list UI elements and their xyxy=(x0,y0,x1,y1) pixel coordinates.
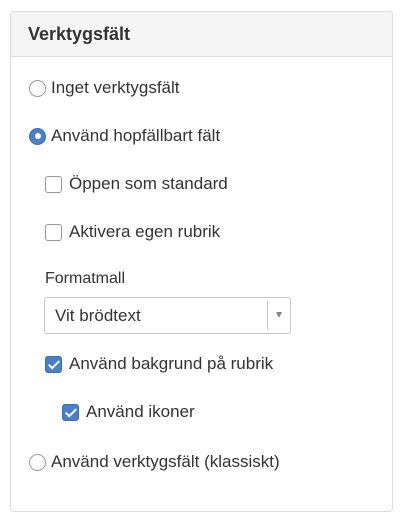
radio-no-toolbar[interactable] xyxy=(29,79,46,97)
radio-no-toolbar-label[interactable]: Inget verktygsfält xyxy=(51,78,180,98)
radio-row-collapsible[interactable]: Använd hopfällbart fält xyxy=(29,126,220,146)
checkbox-background-heading-label[interactable]: Använd bakgrund på rubrik xyxy=(69,354,273,374)
checkbox-open-default-label[interactable]: Öppen som standard xyxy=(69,174,228,194)
radio-classic-label[interactable]: Använd verktygsfält (klassiskt) xyxy=(51,452,280,472)
radio-row-no-toolbar[interactable]: Inget verktygsfält xyxy=(29,78,180,98)
style-label-row: Formatmall xyxy=(45,270,125,288)
style-label: Formatmall xyxy=(45,270,126,287)
checkbox-icons[interactable] xyxy=(62,403,79,421)
style-select[interactable]: Vit brödtext xyxy=(44,297,291,334)
checkbox-row-open-default[interactable]: Öppen som standard xyxy=(45,174,228,194)
panel-header: Verktygsfält xyxy=(11,12,392,57)
checkbox-open-default[interactable] xyxy=(45,175,62,193)
radio-row-classic[interactable]: Använd verktygsfält (klassiskt) xyxy=(29,452,280,472)
checkbox-custom-heading-label[interactable]: Aktivera egen rubrik xyxy=(69,222,220,242)
chevron-down-icon[interactable] xyxy=(276,312,282,318)
checkbox-row-icons[interactable]: Använd ikoner xyxy=(62,402,195,422)
radio-classic[interactable] xyxy=(29,453,46,471)
checkbox-row-background-heading[interactable]: Använd bakgrund på rubrik xyxy=(45,354,273,374)
checkbox-background-heading[interactable] xyxy=(45,355,62,373)
checkbox-custom-heading[interactable] xyxy=(45,223,62,241)
radio-collapsible-label[interactable]: Använd hopfällbart fält xyxy=(51,126,220,146)
panel-title: Verktygsfält xyxy=(28,23,131,44)
checkbox-row-custom-heading[interactable]: Aktivera egen rubrik xyxy=(45,222,220,242)
style-select-value[interactable]: Vit brödtext xyxy=(55,306,141,326)
select-divider xyxy=(267,301,268,330)
checkbox-icons-label[interactable]: Använd ikoner xyxy=(86,402,195,422)
radio-collapsible[interactable] xyxy=(29,127,46,145)
